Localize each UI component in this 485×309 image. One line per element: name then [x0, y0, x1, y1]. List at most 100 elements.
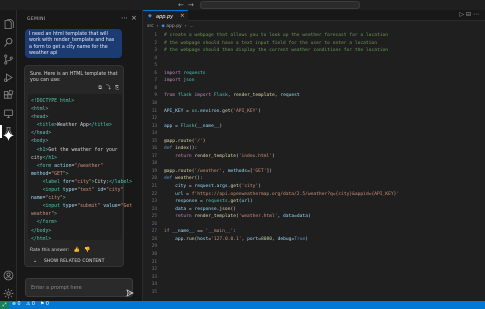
errors-indicator[interactable]: ⊗ 0	[12, 302, 21, 308]
code-line: return render_template('weather.html', d…	[175, 214, 311, 220]
close-panel-icon[interactable]: ×	[131, 14, 137, 22]
line-number: 12	[151, 116, 157, 122]
breadcrumb-folder[interactable]: src	[147, 24, 154, 29]
send-icon[interactable]	[126, 282, 134, 297]
rate-answer: Rate this answer: 👍 👎	[30, 247, 90, 253]
line-number: 15	[151, 138, 157, 144]
gemini-sparkle-icon[interactable]	[0, 125, 14, 141]
line-number: 19	[151, 168, 157, 174]
line-number: 4	[154, 55, 157, 61]
code-block-toolbar: ⧉ ⤵ ⎘	[94, 84, 119, 91]
line-number: 33	[151, 274, 157, 280]
line-number: 30	[151, 251, 157, 257]
line-number: 24	[151, 206, 157, 212]
line-number: 32	[151, 267, 157, 273]
code-line: if __name__ == '__main__':	[164, 229, 236, 235]
explorer-icon[interactable]	[3, 15, 14, 30]
html-code-block[interactable]: ⧉ ⤵ ⎘ <!DOCTYPE html> <html> <head> <title…	[28, 85, 132, 242]
code-line: import requests	[164, 70, 206, 76]
tab-app-py[interactable]: ◆ app.py ×	[143, 10, 188, 21]
line-number: 3	[154, 48, 157, 54]
code-editor[interactable]: # create a webpage that allows you to lo…	[164, 33, 482, 299]
close-tab-icon[interactable]: ×	[180, 13, 185, 19]
line-number: 20	[151, 176, 157, 182]
command-center[interactable]	[200, 1, 360, 9]
line-number: 16	[151, 146, 157, 152]
python-file-icon: ◆	[148, 13, 152, 19]
user-message-text: I need an html template that will work w…	[29, 32, 115, 56]
code-line: API_KEY = os.environ.get('API_KEY')	[164, 108, 261, 114]
code-line: import json	[164, 78, 195, 84]
forward-icon[interactable]: →	[188, 1, 194, 9]
assistant-intro-text: Sure. Here is an HTML template that you …	[30, 72, 118, 84]
line-number: 21	[151, 184, 157, 189]
editor-actions[interactable]: ▷ ⊟ ⋯	[460, 11, 479, 18]
breadcrumb-file[interactable]: app.py	[166, 24, 181, 29]
code-line: app = Flask(__name__)	[164, 123, 223, 129]
code-line: return render_template('index.html')	[175, 153, 275, 159]
line-number: 11	[151, 108, 157, 114]
html-code-text: <!DOCTYPE html> <html> <head> <title>Wea…	[31, 99, 133, 242]
ports-indicator[interactable]: ⚑ 0	[40, 302, 49, 308]
code-line: @app.route('/')	[164, 138, 206, 144]
line-number: 26	[151, 221, 157, 227]
thumbs-up-icon[interactable]: 👍	[74, 247, 80, 253]
account-icon[interactable]	[3, 266, 14, 281]
code-line: # the webpage should then display the cu…	[164, 48, 389, 54]
line-number: 35	[151, 289, 157, 295]
line-number: 5	[154, 63, 157, 69]
line-number: 17	[151, 153, 157, 159]
code-line: data = response.json()	[175, 206, 237, 212]
user-message-bubble: I need an html template that will work w…	[25, 29, 122, 58]
rate-answer-label: Rate this answer:	[30, 248, 70, 253]
editor-area: ◆ app.py × ▷ ⊟ ⋯ src › ◆ app.py ›... 123456…	[143, 10, 485, 301]
remote-indicator[interactable]: ⤢	[0, 301, 9, 309]
code-line: url = f'https://api.openweathermap.org/d…	[175, 191, 400, 197]
more-actions-icon[interactable]: ⋯	[121, 14, 128, 22]
code-line: app.run(host='127.0.0.1', port=8080, deb…	[175, 236, 309, 242]
line-number: 8	[154, 85, 157, 91]
panel-title: GEMINI	[27, 17, 46, 22]
prompt-input[interactable]	[28, 281, 116, 294]
code-line: def weather():	[164, 176, 203, 182]
gemini-chat-panel: GEMINI ⋯ × I need an html template that …	[17, 10, 143, 301]
tab-label: app.py	[156, 13, 174, 20]
code-line: # create a webpage that allows you to lo…	[164, 33, 389, 38]
search-icon[interactable]	[3, 33, 14, 47]
line-number: 1	[154, 33, 157, 38]
breadcrumb: src › ◆ app.py ›...	[147, 24, 194, 29]
python-file-icon: ◆	[161, 24, 165, 29]
chevron-down-icon[interactable]: ⌄	[33, 258, 37, 264]
line-number: 6	[154, 70, 157, 76]
line-number: 25	[151, 214, 157, 220]
status-bar: ⤢ ⊗ 0 ⚠ 0 ⚑ 0	[0, 301, 485, 309]
code-line: def index():	[164, 146, 198, 152]
line-number: 27	[151, 229, 157, 235]
code-line: # the webpage should have a text input f…	[164, 40, 377, 46]
assistant-response-card: Sure. Here is an HTML template that you …	[24, 65, 132, 267]
show-related-content-button[interactable]: SHOW RELATED CONTENT	[44, 259, 105, 264]
line-number: 7	[154, 78, 157, 84]
thumbs-down-icon[interactable]: 👎	[84, 247, 90, 253]
source-control-icon[interactable]	[3, 50, 14, 65]
line-number: 2	[154, 40, 157, 46]
code-line: from flask import Flask, render_template…	[164, 93, 300, 99]
line-number-gutter: 1 2 3 4 5 6 7 8 9 10 11 12 13 14 15 16 17 18 19 20 21 22 23 24 2…	[143, 33, 157, 299]
extensions-icon[interactable]	[3, 86, 14, 99]
run-debug-icon[interactable]	[3, 68, 14, 83]
new-file-icon[interactable]: ⎘	[115, 85, 119, 91]
insert-code-icon[interactable]: ⤵	[106, 85, 111, 91]
line-number: 9	[154, 93, 157, 99]
copy-code-icon[interactable]: ⧉	[98, 85, 102, 91]
code-line: @app.route('/weather', methods=['GET'])	[164, 168, 273, 174]
warnings-indicator[interactable]: ⚠ 0	[26, 302, 35, 308]
back-icon[interactable]: ←	[178, 1, 184, 9]
line-number: 18	[151, 161, 157, 167]
prompt-box[interactable]	[25, 278, 133, 297]
line-number: 28	[151, 236, 157, 242]
breadcrumb-symbol[interactable]: ...	[190, 24, 194, 29]
line-number: 29	[151, 244, 157, 250]
title-bar: ← →	[0, 0, 485, 10]
remote-explorer-icon[interactable]	[3, 104, 14, 119]
settings-gear-icon[interactable]	[3, 284, 14, 299]
